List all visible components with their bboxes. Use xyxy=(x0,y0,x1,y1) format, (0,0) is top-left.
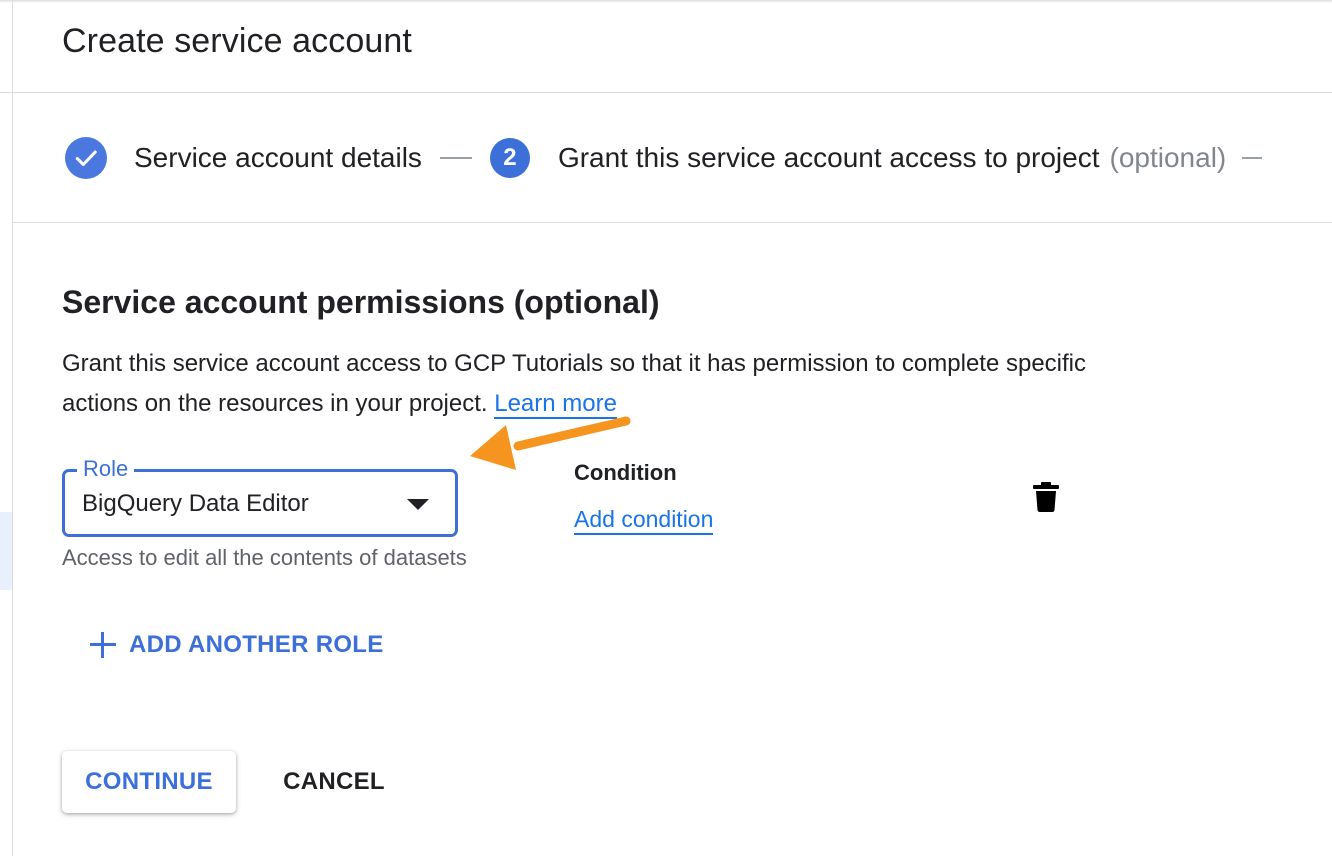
step-2-label[interactable]: Grant this service account access to pro… xyxy=(558,142,1100,174)
cancel-button[interactable]: CANCEL xyxy=(264,751,404,813)
add-another-role-button[interactable]: ADD ANOTHER ROLE xyxy=(90,630,384,660)
add-another-role-label: ADD ANOTHER ROLE xyxy=(129,631,384,658)
role-selected-value: BigQuery Data Editor xyxy=(82,490,309,517)
step-2-optional: (optional) xyxy=(1109,142,1227,173)
step-1-label[interactable]: Service account details xyxy=(134,142,422,174)
header-divider xyxy=(13,92,1332,93)
role-label: Role xyxy=(77,456,135,482)
role-helper-text: Access to edit all the contents of datas… xyxy=(62,545,467,570)
plus-icon xyxy=(90,632,116,658)
create-service-account-page: Create service account Service account d… xyxy=(0,0,1332,856)
delete-role-button[interactable] xyxy=(1029,478,1063,514)
step-2-number: 2 xyxy=(489,138,530,178)
role-select[interactable]: Role BigQuery Data Editor xyxy=(62,456,458,537)
left-nav-divider xyxy=(0,92,12,93)
trash-icon xyxy=(1033,482,1059,512)
section-heading: Service account permissions (optional) xyxy=(62,284,660,320)
step-completed-check-icon xyxy=(65,137,107,179)
left-nav-border xyxy=(12,0,13,856)
page-title: Create service account xyxy=(62,22,412,60)
stepper-divider xyxy=(13,222,1332,223)
condition-label: Condition xyxy=(574,460,677,485)
stepper: Service account details 2 Grant this ser… xyxy=(65,137,1263,179)
top-edge-shadow xyxy=(0,0,1332,3)
caret-down-icon xyxy=(407,499,429,510)
add-condition-link[interactable]: Add condition xyxy=(574,506,714,535)
left-nav-selected-item[interactable] xyxy=(0,512,12,590)
step-connector-next xyxy=(1242,157,1263,159)
continue-button[interactable]: CONTINUE xyxy=(62,751,236,813)
step-connector xyxy=(439,157,472,159)
